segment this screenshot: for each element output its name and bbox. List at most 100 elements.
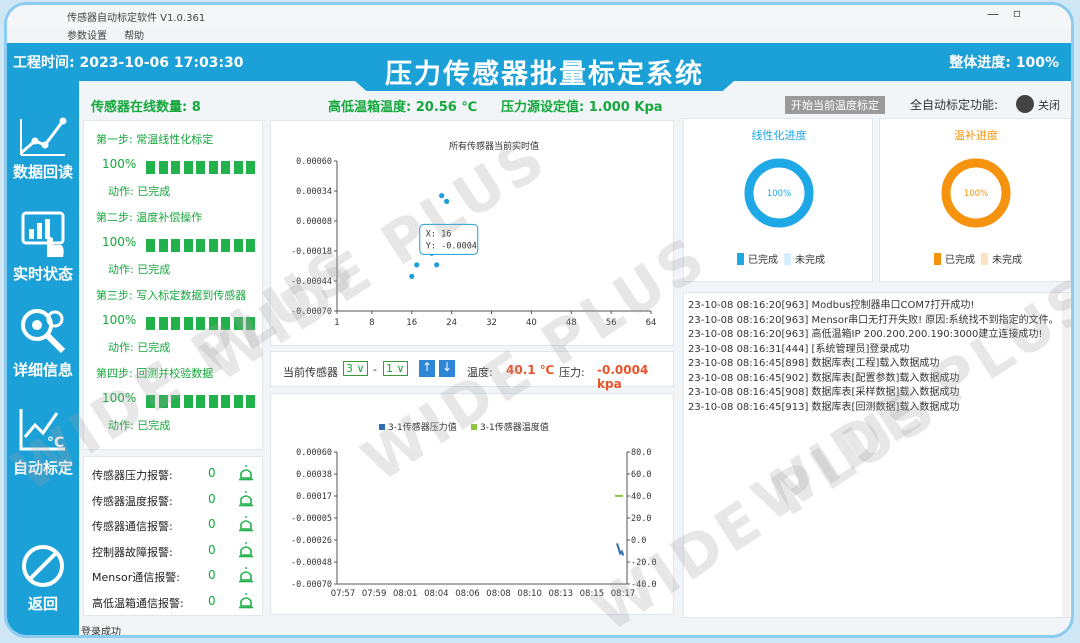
alarm-count: 0 bbox=[208, 568, 216, 582]
step-title: 第二步: 温度补偿操作 bbox=[96, 211, 203, 224]
step-action: 动作: 已完成 bbox=[108, 263, 171, 276]
x-tick-label: 48 bbox=[566, 318, 577, 328]
x-tick-label: 08:04 bbox=[424, 589, 449, 599]
chevron-down-icon: ∨ bbox=[356, 362, 365, 375]
system-title: 压力传感器批量标定系统 bbox=[385, 59, 704, 90]
alarm-label: 控制器故障报警: bbox=[92, 545, 173, 559]
temperature-chart-icon: °C bbox=[19, 409, 65, 451]
alarm-siren-icon bbox=[239, 516, 253, 532]
maximize-icon[interactable]: ▫ bbox=[1013, 6, 1021, 20]
progress-segment bbox=[233, 317, 243, 330]
step-action: 动作: 已完成 bbox=[108, 419, 171, 432]
sidebar-item-back[interactable]: 返回 bbox=[7, 543, 79, 614]
arrow-down-button[interactable]: ↓ bbox=[439, 360, 455, 377]
sidebar: 数据回读 实时状态 详细信息 °C 自动标定 返回 bbox=[7, 81, 79, 635]
sidebar-item-realtime-status[interactable]: 实时状态 bbox=[7, 209, 79, 284]
y-right-tick-label: -20.0 bbox=[631, 558, 657, 568]
x-tick-label: 08:17 bbox=[611, 589, 636, 599]
ring-percent: 100% bbox=[964, 189, 988, 199]
online-count: 传感器在线数量: 8 bbox=[91, 100, 201, 115]
window-title: 传感器自动标定软件 V1.0.361 bbox=[67, 13, 206, 24]
x-tick-label: 08:13 bbox=[549, 589, 574, 599]
y-left-tick-label: 0.00017 bbox=[296, 492, 332, 502]
progress-segment bbox=[146, 317, 155, 330]
back-circle-icon bbox=[22, 545, 64, 587]
sensor-selector-bar: 当前传感器 3 ∨ - 1 ∨ ↑ ↓ 温度: 40.1 ℃ 压力: -0.00… bbox=[270, 351, 674, 391]
legend-done-swatch bbox=[737, 253, 744, 265]
auto-calibration-toggle[interactable] bbox=[1016, 95, 1034, 113]
progress-segment bbox=[221, 239, 230, 252]
project-time: 工程时间: 2023-10-06 17:03:30 bbox=[13, 55, 244, 71]
step-action: 动作: 已完成 bbox=[108, 341, 171, 354]
step-progress-bar bbox=[146, 313, 259, 332]
menu-bar: 参数设置 帮助 bbox=[7, 27, 1071, 43]
sidebar-item-auto-calibration[interactable]: °C 自动标定 bbox=[7, 403, 79, 478]
x-tick-label: 1 bbox=[334, 318, 339, 328]
menu-help[interactable]: 帮助 bbox=[124, 31, 144, 42]
sidebar-label-auto-calibration: 自动标定 bbox=[12, 459, 73, 477]
progress-segment bbox=[171, 317, 180, 330]
log-entry: 23-10-08 08:16:45[913] 数据库表[回测数据]载入数据成功 bbox=[688, 401, 960, 413]
pressure-series-line bbox=[616, 543, 625, 556]
sidebar-label-back: 返回 bbox=[27, 595, 58, 613]
progress-segment bbox=[196, 395, 205, 408]
progress-segment bbox=[146, 395, 155, 408]
sidebar-item-data-readback[interactable]: 数据回读 bbox=[7, 111, 79, 182]
sidebar-item-details[interactable]: 详细信息 bbox=[7, 305, 79, 380]
tooltip-y: Y: -0.0004 bbox=[426, 241, 477, 251]
step-progress-bar bbox=[146, 235, 259, 254]
sensor-board-value: 3 bbox=[346, 362, 353, 375]
svg-text:°C: °C bbox=[47, 435, 64, 451]
alarm-siren-icon bbox=[239, 592, 253, 608]
realtime-scatter-panel: 所有传感器当前实时值 0.00060 0.00034 0.00008 -0.00018 -… bbox=[270, 120, 674, 346]
y-right-tick-label: 60.0 bbox=[631, 470, 651, 480]
x-tick-label: 07:59 bbox=[362, 589, 387, 599]
menu-settings[interactable]: 参数设置 bbox=[67, 31, 107, 42]
minimize-icon[interactable]: — bbox=[987, 7, 999, 21]
magnify-gear-icon bbox=[21, 309, 66, 354]
log-entry: 23-10-08 08:16:45[908] 数据库表[采样数据]载入数据成功 bbox=[688, 387, 960, 398]
progress-segment bbox=[246, 161, 255, 174]
chart-title: 所有传感器当前实时值 bbox=[449, 140, 539, 152]
start-calibration-button[interactable]: 开始当前温度标定 bbox=[785, 96, 885, 114]
log-scrollbar[interactable] bbox=[1062, 293, 1070, 617]
alarm-count: 0 bbox=[208, 542, 216, 557]
log-entry: 23-10-08 08:16:45[898] 数据库表[工程]载入数据成功 bbox=[688, 358, 940, 369]
x-tick-label: 24 bbox=[446, 318, 457, 328]
sensor-channel-select[interactable]: 1 ∨ bbox=[383, 361, 408, 376]
x-tick-label: 08:01 bbox=[393, 589, 418, 599]
y-right-tick-label: 40.0 bbox=[631, 492, 651, 502]
legend-todo-label: 未完成 bbox=[992, 253, 1022, 266]
progress-segment bbox=[183, 161, 193, 174]
alarm-label: 传感器压力报警: bbox=[92, 469, 173, 482]
sidebar-label-details: 详细信息 bbox=[12, 361, 73, 379]
legend-done-label: 已完成 bbox=[945, 253, 975, 266]
alarm-siren-icon bbox=[239, 567, 253, 583]
alarm-siren-icon bbox=[239, 465, 253, 481]
y-tick-label: 0.00034 bbox=[296, 187, 332, 197]
progress-segment bbox=[196, 317, 205, 330]
arrow-up-button[interactable]: ↑ bbox=[419, 360, 435, 377]
log-list: 23-10-08 08:16:20[963] Modbus控制器串口COM7打开… bbox=[688, 299, 1068, 415]
legend-swatch-pressure bbox=[379, 424, 385, 430]
y-tick-label: -0.00018 bbox=[291, 247, 332, 257]
alarm-count: 0 bbox=[208, 593, 216, 608]
sensor-board-select[interactable]: 3 ∨ bbox=[343, 361, 368, 376]
ring-title: 温补进度 bbox=[954, 128, 998, 142]
x-tick-label: 16 bbox=[406, 318, 417, 328]
legend-todo-label: 未完成 bbox=[795, 253, 825, 266]
legend-label-temperature: 3-1传感器温度值 bbox=[480, 421, 549, 433]
progress-segment bbox=[171, 161, 180, 174]
ring-percent: 100% bbox=[767, 189, 791, 199]
linearization-progress-ring: 线性化进度 100% 已完成 未完成 bbox=[737, 128, 825, 266]
y-right-tick-label: 20.0 bbox=[631, 514, 651, 524]
y-left-tick-label: 0.00060 bbox=[296, 448, 332, 458]
progress-segment bbox=[196, 161, 205, 174]
progress-segment bbox=[233, 395, 243, 408]
scatter-point bbox=[444, 198, 450, 204]
progress-segment bbox=[221, 317, 230, 330]
log-panel[interactable]: 23-10-08 08:16:20[963] Modbus控制器串口COM7打开… bbox=[683, 292, 1071, 618]
current-sensor-label: 当前传感器 bbox=[283, 366, 338, 379]
y-left-tick-label: -0.00070 bbox=[291, 580, 332, 590]
alarm-label: 高低温箱通信报警: bbox=[92, 596, 184, 610]
